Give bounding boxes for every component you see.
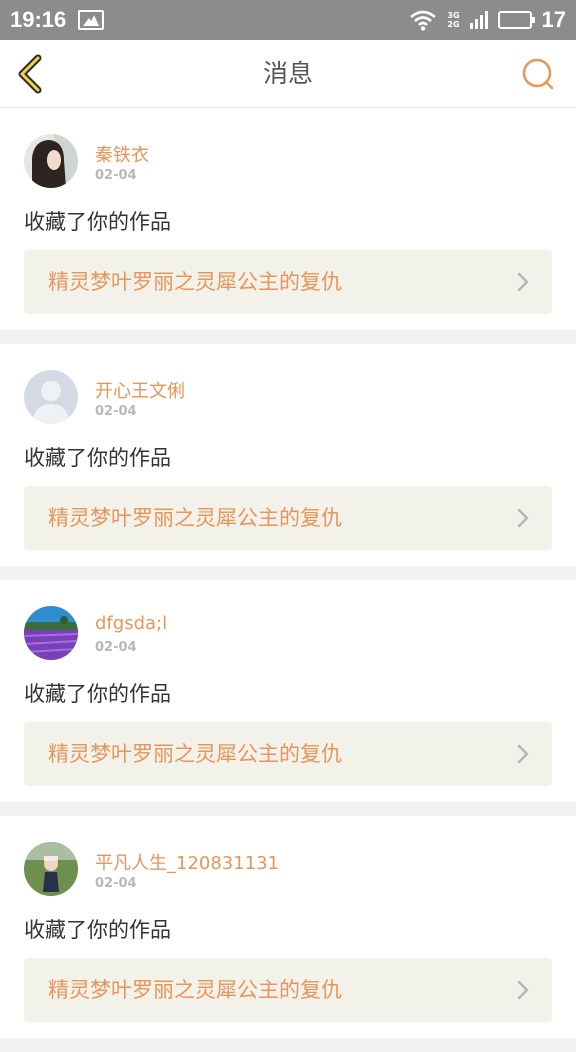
username[interactable]: 平凡人生_120831131 xyxy=(95,849,279,875)
work-link[interactable]: 精灵梦叶罗丽之灵犀公主的复仇 xyxy=(24,486,552,550)
top-navbar: 消息 xyxy=(0,40,576,108)
work-title: 精灵梦叶罗丽之灵犀公主的复仇 xyxy=(48,270,342,294)
status-time: 19:16 xyxy=(10,7,67,32)
avatar[interactable] xyxy=(24,606,78,660)
avatar[interactable] xyxy=(24,370,78,424)
chevron-right-icon xyxy=(517,744,529,764)
work-title: 精灵梦叶罗丽之灵犀公主的复仇 xyxy=(48,506,342,530)
message-date: 02-04 xyxy=(95,168,137,183)
username[interactable]: dfgsda;l xyxy=(95,613,167,634)
status-indicators: 3G 2G 17 xyxy=(409,7,566,33)
avatar[interactable] xyxy=(24,842,78,896)
page-title: 消息 xyxy=(262,59,313,88)
message-action: 收藏了你的作品 xyxy=(24,446,171,470)
message-item: 秦铁衣 02-04 收藏了你的作品 精灵梦叶罗丽之灵犀公主的复仇 xyxy=(0,108,576,330)
avatar[interactable] xyxy=(24,134,78,188)
chevron-right-icon xyxy=(517,272,529,292)
signal-icon xyxy=(469,11,488,29)
search-button[interactable] xyxy=(520,56,556,92)
work-title: 精灵梦叶罗丽之灵犀公主的复仇 xyxy=(48,742,342,766)
message-item: dfgsda;l 02-04 收藏了你的作品 精灵梦叶罗丽之灵犀公主的复仇 xyxy=(0,580,576,802)
wifi-icon xyxy=(410,10,437,31)
username[interactable]: 开心王文俐 xyxy=(95,377,185,403)
work-title: 精灵梦叶罗丽之灵犀公主的复仇 xyxy=(48,978,342,1002)
network-type-bottom: 2G xyxy=(447,20,460,29)
image-notification-icon xyxy=(78,10,105,30)
message-date: 02-04 xyxy=(95,404,137,419)
network-type: 3G 2G xyxy=(447,11,459,29)
message-action: 收藏了你的作品 xyxy=(24,918,171,942)
work-link[interactable]: 精灵梦叶罗丽之灵犀公主的复仇 xyxy=(24,722,552,786)
message-date: 02-04 xyxy=(95,640,137,655)
message-list: 秦铁衣 02-04 收藏了你的作品 精灵梦叶罗丽之灵犀公主的复仇 开心王文俐 0… xyxy=(0,108,576,1052)
message-item: 平凡人生_120831131 02-04 收藏了你的作品 精灵梦叶罗丽之灵犀公主… xyxy=(0,816,576,1038)
username[interactable]: 秦铁衣 xyxy=(95,141,149,167)
chevron-right-icon xyxy=(517,508,529,528)
work-link[interactable]: 精灵梦叶罗丽之灵犀公主的复仇 xyxy=(24,250,552,314)
battery-level: 17 xyxy=(541,7,566,32)
chevron-right-icon xyxy=(517,980,529,1000)
status-bar: 19:16 3G 2G 17 xyxy=(0,0,576,40)
message-action: 收藏了你的作品 xyxy=(24,210,171,234)
message-item: 开心王文俐 02-04 收藏了你的作品 精灵梦叶罗丽之灵犀公主的复仇 xyxy=(0,344,576,566)
message-date: 02-04 xyxy=(95,876,137,891)
message-action: 收藏了你的作品 xyxy=(24,682,171,706)
battery-icon xyxy=(497,11,535,29)
work-link[interactable]: 精灵梦叶罗丽之灵犀公主的复仇 xyxy=(24,958,552,1022)
network-type-top: 3G xyxy=(447,11,460,20)
